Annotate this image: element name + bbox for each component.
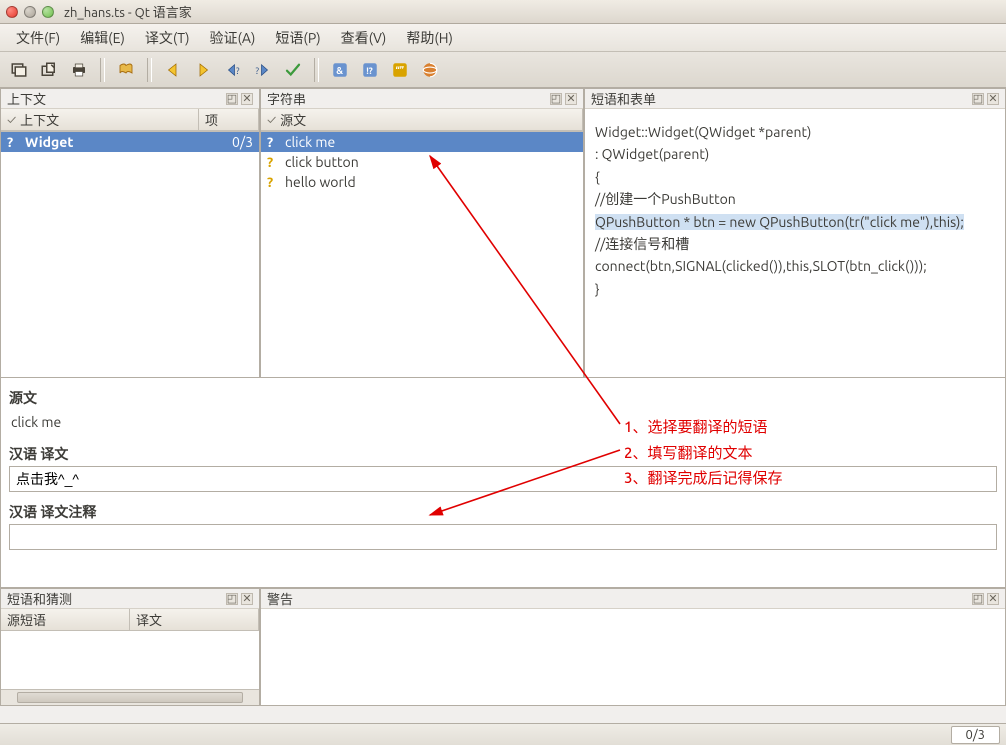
open-file-icon[interactable] xyxy=(6,57,32,83)
menu-translation[interactable]: 译文(T) xyxy=(135,25,200,51)
save-icon[interactable] xyxy=(36,57,62,83)
svg-text:?: ? xyxy=(256,65,260,75)
phrasebook-icon[interactable] xyxy=(113,57,139,83)
next-unfinished-icon[interactable]: ? xyxy=(250,57,276,83)
prev-unfinished-icon[interactable]: ? xyxy=(220,57,246,83)
svg-text:!?: !? xyxy=(366,65,373,75)
horizontal-scrollbar[interactable] xyxy=(1,689,259,705)
titlebar: zh_hans.ts - Qt 语言家 xyxy=(0,0,1006,24)
context-list[interactable]: ? Widget 0/3 xyxy=(1,131,259,377)
window-controls xyxy=(6,6,54,18)
menu-validation[interactable]: 验证(A) xyxy=(199,25,265,51)
guesses-col-source[interactable]: 源短语 xyxy=(1,609,130,631)
validate-accelerators-icon[interactable]: & xyxy=(327,57,353,83)
source-label: 源文 xyxy=(9,388,997,408)
minimize-window-button[interactable] xyxy=(24,6,36,18)
panel-close-icon[interactable]: ✕ xyxy=(987,93,999,105)
svg-text:“”: “” xyxy=(396,64,405,75)
menu-file[interactable]: 文件(F) xyxy=(6,25,70,51)
guesses-list[interactable] xyxy=(1,631,259,689)
panel-close-icon[interactable]: ✕ xyxy=(241,593,253,605)
strings-list[interactable]: ?click me?click button?hello world xyxy=(261,131,583,377)
status-counter: 0/3 xyxy=(951,726,1000,744)
string-row[interactable]: ?click button xyxy=(261,152,583,172)
panel-close-icon[interactable]: ✕ xyxy=(241,93,253,105)
context-panel: 上下文 ◰ ✕ ✓上下文 项 ? Widget 0/3 xyxy=(0,88,260,378)
panel-float-icon[interactable]: ◰ xyxy=(550,93,562,105)
maximize-window-button[interactable] xyxy=(42,6,54,18)
panel-close-icon[interactable]: ✕ xyxy=(987,593,999,605)
print-icon[interactable] xyxy=(66,57,92,83)
context-panel-title: 上下文 xyxy=(7,89,46,108)
menu-edit[interactable]: 编辑(E) xyxy=(70,25,135,51)
strings-panel-title: 字符串 xyxy=(267,89,306,108)
menu-view[interactable]: 查看(V) xyxy=(331,25,397,51)
warnings-list xyxy=(261,609,1005,705)
string-row[interactable]: ?click me xyxy=(261,132,583,152)
guesses-panel: 短语和猜测 ◰ ✕ 源短语 译文 xyxy=(0,588,260,706)
statusbar: 0/3 xyxy=(0,723,1006,745)
toolbar: ? ? & !? “” xyxy=(0,52,1006,88)
source-code-view: Widget::Widget(QWidget *parent) : QWidge… xyxy=(585,109,1005,377)
translation-label: 汉语 译文 xyxy=(9,444,997,464)
panel-float-icon[interactable]: ◰ xyxy=(226,593,238,605)
warnings-panel: 警告 ◰ ✕ xyxy=(260,588,1006,706)
panel-float-icon[interactable]: ◰ xyxy=(226,93,238,105)
next-icon[interactable] xyxy=(190,57,216,83)
warnings-panel-title: 警告 xyxy=(267,589,293,608)
string-row[interactable]: ?hello world xyxy=(261,172,583,192)
close-window-button[interactable] xyxy=(6,6,18,18)
menu-phrases[interactable]: 短语(P) xyxy=(265,25,330,51)
panel-float-icon[interactable]: ◰ xyxy=(972,593,984,605)
strings-col-source[interactable]: ✓源文 xyxy=(261,109,583,131)
panel-close-icon[interactable]: ✕ xyxy=(565,93,577,105)
source-text: click me xyxy=(11,414,995,430)
comment-label: 汉语 译文注释 xyxy=(9,502,997,522)
svg-text:&: & xyxy=(336,64,343,75)
translation-editor: 源文 click me 汉语 译文 汉语 译文注释 xyxy=(0,378,1006,588)
comment-input[interactable] xyxy=(9,524,997,550)
validate-punctuation-icon[interactable]: !? xyxy=(357,57,383,83)
context-row-widget[interactable]: ? Widget 0/3 xyxy=(1,132,259,152)
prev-icon[interactable] xyxy=(160,57,186,83)
context-col-context[interactable]: ✓上下文 xyxy=(1,109,199,131)
menubar: 文件(F) 编辑(E) 译文(T) 验证(A) 短语(P) 查看(V) 帮助(H… xyxy=(0,24,1006,52)
panel-float-icon[interactable]: ◰ xyxy=(972,93,984,105)
validate-placemarkers-icon[interactable] xyxy=(417,57,443,83)
validate-phrases-icon[interactable]: “” xyxy=(387,57,413,83)
window-title: zh_hans.ts - Qt 语言家 xyxy=(64,2,192,21)
guesses-panel-title: 短语和猜测 xyxy=(7,589,72,608)
translation-input[interactable] xyxy=(9,466,997,492)
phrases-panel-title: 短语和表单 xyxy=(591,89,656,108)
guesses-col-trans[interactable]: 译文 xyxy=(130,609,259,631)
menu-help[interactable]: 帮助(H) xyxy=(396,25,463,51)
svg-text:?: ? xyxy=(236,65,240,75)
strings-panel: 字符串 ◰ ✕ ✓源文 ?click me?click button?hello… xyxy=(260,88,584,378)
phrases-forms-panel: 短语和表单 ◰ ✕ Widget::Widget(QWidget *parent… xyxy=(584,88,1006,378)
mark-done-icon[interactable] xyxy=(280,57,306,83)
context-col-items[interactable]: 项 xyxy=(199,109,259,131)
